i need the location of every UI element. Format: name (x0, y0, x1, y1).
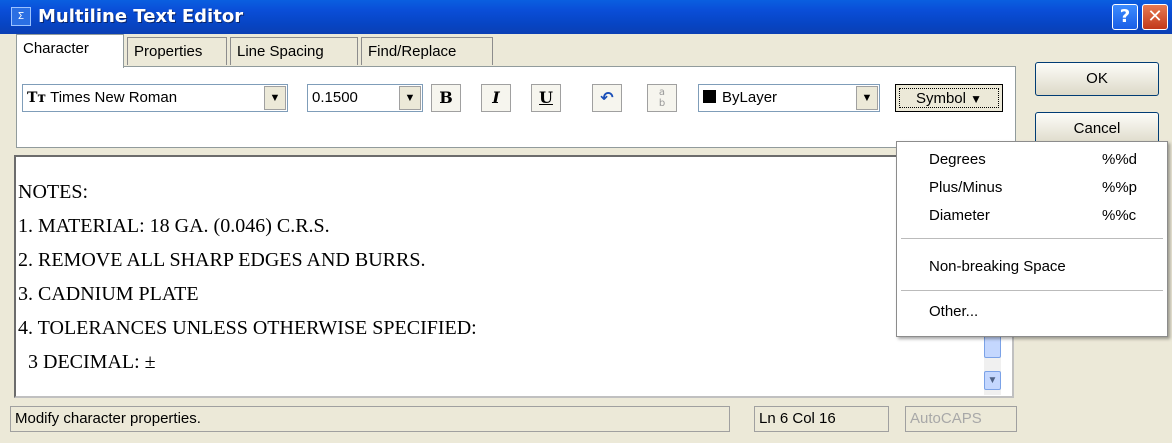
tab-line-spacing[interactable]: Line Spacing (230, 37, 358, 65)
menu-item-diameter[interactable]: Diameter %%c (897, 202, 1167, 230)
editor-line[interactable]: 2. REMOVE ALL SHARP EDGES AND BURRS. (18, 243, 477, 277)
tab-properties[interactable]: Properties (127, 37, 227, 65)
menu-item-label: Non-breaking Space (929, 258, 1066, 275)
close-button[interactable]: ✕ (1142, 4, 1168, 30)
menu-item-degrees[interactable]: Degrees %%d (897, 146, 1167, 174)
editor-line[interactable]: 3 DECIMAL: ± (18, 345, 477, 379)
menu-item-label: Plus/Minus (929, 179, 1003, 196)
editor-line[interactable]: 3. CADNIUM PLATE (18, 277, 477, 311)
editor-content[interactable]: NOTES: 1. MATERIAL: 18 GA. (0.046) C.R.S… (18, 175, 477, 379)
bold-button[interactable]: B (431, 84, 461, 112)
menu-item-code: %%d (1102, 151, 1138, 168)
menu-item-code: %%c (1102, 207, 1137, 224)
chevron-down-icon[interactable]: ▼ (856, 86, 878, 110)
menu-item-plus-minus[interactable]: Plus/Minus %%p (897, 174, 1167, 202)
editor-line[interactable]: 1. MATERIAL: 18 GA. (0.046) C.R.S. (18, 209, 477, 243)
text-editor-icon: Σ (11, 7, 31, 26)
italic-button[interactable]: I (481, 84, 511, 112)
symbol-menu: Degrees %%d Plus/Minus %%p Diameter %%c … (896, 141, 1168, 337)
editor-line[interactable]: 4. TOLERANCES UNLESS OTHERWISE SPECIFIED… (18, 311, 477, 345)
menu-item-non-breaking-space[interactable]: Non-breaking Space (897, 253, 1167, 281)
tab-character[interactable]: Character (16, 34, 124, 68)
text-height-select[interactable]: 0.1500 ▼ (307, 84, 423, 112)
help-button[interactable]: ? (1112, 4, 1138, 30)
title-bar: Σ Multiline Text Editor ? ✕ (0, 0, 1172, 34)
autocaps-indicator: AutoCAPS (905, 406, 1017, 432)
menu-separator (901, 238, 1163, 239)
stack-fraction-icon[interactable]: ab (647, 84, 677, 112)
undo-icon[interactable]: ↶ (592, 84, 622, 112)
truetype-font-icon: Tт (27, 90, 47, 106)
status-message: Modify character properties. (10, 406, 730, 432)
menu-separator (901, 290, 1163, 291)
menu-item-other[interactable]: Other... (897, 298, 1167, 326)
underline-button[interactable]: U (531, 84, 561, 112)
tab-find-replace[interactable]: Find/Replace (361, 37, 493, 65)
chevron-down-icon[interactable]: ▼ (264, 86, 286, 110)
color-value: ByLayer (722, 89, 778, 106)
color-swatch (703, 90, 716, 103)
editor-line[interactable]: NOTES: (18, 175, 477, 209)
ok-button[interactable]: OK (1035, 62, 1159, 96)
symbol-label: Symbol (915, 90, 966, 107)
text-height-value: 0.1500 (312, 89, 358, 106)
chevron-down-icon[interactable]: ▼ (399, 86, 421, 110)
menu-item-label: Other... (929, 303, 979, 320)
cursor-position: Ln 6 Col 16 (754, 406, 889, 432)
menu-item-label: Diameter (929, 207, 990, 224)
font-select[interactable]: Tт Times New Roman ▼ (22, 84, 288, 112)
menu-item-code: %%p (1102, 179, 1138, 196)
scroll-down-icon[interactable]: ▼ (984, 371, 1001, 390)
window-title: Multiline Text Editor (38, 6, 244, 27)
menu-item-label: Degrees (929, 151, 986, 168)
text-editor-area[interactable]: NOTES: 1. MATERIAL: 18 GA. (0.046) C.R.S… (14, 155, 1014, 398)
font-name: Times New Roman (50, 89, 178, 106)
chevron-down-icon: ▼ (970, 92, 983, 106)
color-select[interactable]: ByLayer ▼ (698, 84, 880, 112)
symbol-button[interactable]: Symbol ▼ (895, 84, 1003, 112)
